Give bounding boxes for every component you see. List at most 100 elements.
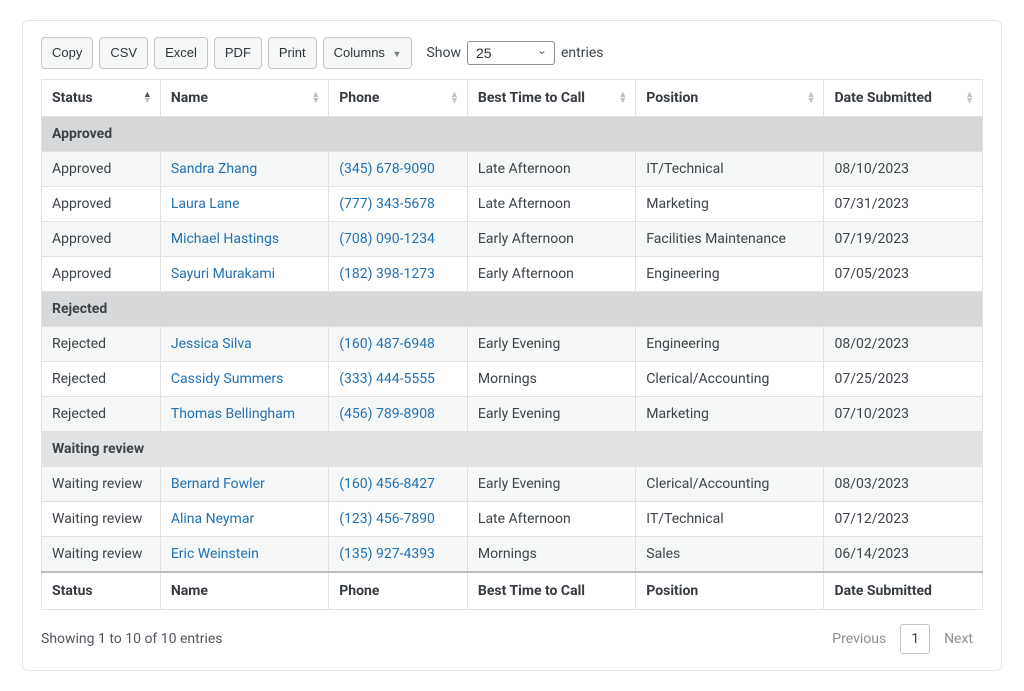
cell-phone-link[interactable]: (708) 090-1234 bbox=[339, 231, 435, 247]
table-row: Waiting review Eric Weinstein (135) 927-43… bbox=[42, 536, 983, 572]
cell-phone-link[interactable]: (135) 927-4393 bbox=[339, 546, 435, 562]
cell-phone-link[interactable]: (777) 343-5678 bbox=[339, 196, 435, 212]
cell-name: Cassidy Summers bbox=[160, 361, 328, 396]
data-table: Status ▲▼ Name ▲▼ Phone ▲▼ Best Time to … bbox=[41, 79, 983, 610]
cell-best-time: Early Evening bbox=[467, 466, 635, 501]
length-menu-show-label: Show bbox=[426, 45, 461, 61]
sort-icon: ▲▼ bbox=[311, 92, 320, 104]
excel-button[interactable]: Excel bbox=[154, 37, 208, 69]
cell-name: Jessica Silva bbox=[160, 326, 328, 361]
table-row: RejectedCassidy Summers(333) 444-5555Mor… bbox=[42, 361, 983, 396]
cell-name-link[interactable]: Jessica Silva bbox=[171, 336, 252, 352]
cell-status: Waiting review bbox=[42, 536, 161, 572]
table-footer: Showing 1 to 10 of 10 entries Previous 1… bbox=[41, 624, 983, 654]
cell-phone-link[interactable]: (333) 444-5555 bbox=[339, 371, 435, 387]
table-toolbar: Copy CSV Excel PDF Print Columns ▼ Show … bbox=[41, 37, 983, 69]
cell-status: Approved bbox=[42, 186, 161, 221]
cell-phone: (333) 444-5555 bbox=[329, 361, 468, 396]
cell-best-time: Late Afternoon bbox=[467, 501, 635, 536]
cell-date: 07/19/2023 bbox=[824, 221, 983, 256]
cell-name-link[interactable]: Michael Hastings bbox=[171, 231, 279, 247]
group-header: Rejected bbox=[42, 291, 983, 326]
sort-icon: ▲▼ bbox=[807, 92, 816, 104]
pagination: Previous 1 Next bbox=[822, 624, 983, 654]
pdf-button[interactable]: PDF bbox=[214, 37, 262, 69]
cell-phone: (777) 343-5678 bbox=[329, 186, 468, 221]
col-footer-name: Name bbox=[160, 572, 328, 610]
cell-name-link[interactable]: Cassidy Summers bbox=[171, 371, 284, 387]
next-page[interactable]: Next bbox=[934, 625, 983, 653]
cell-name-link[interactable]: Sayuri Murakami bbox=[171, 266, 275, 282]
cell-phone: (160) 487-6948 bbox=[329, 326, 468, 361]
print-button[interactable]: Print bbox=[268, 37, 317, 69]
cell-name: Sandra Zhang bbox=[160, 151, 328, 186]
cell-status: Rejected bbox=[42, 326, 161, 361]
table-row: RejectedThomas Bellingham(456) 789-8908E… bbox=[42, 396, 983, 431]
cell-position: Facilities Maintenance bbox=[636, 221, 824, 256]
cell-best-time: Late Afternoon bbox=[467, 186, 635, 221]
cell-name: Michael Hastings bbox=[160, 221, 328, 256]
cell-name-link[interactable]: Laura Lane bbox=[171, 196, 240, 212]
cell-best-time: Early Evening bbox=[467, 396, 635, 431]
table-row: Waiting review Alina Neymar (123) 456-7890… bbox=[42, 501, 983, 536]
cell-position: Clerical/Accounting bbox=[636, 466, 824, 501]
col-header-status[interactable]: Status ▲▼ bbox=[42, 79, 161, 116]
cell-best-time: Mornings bbox=[467, 536, 635, 572]
data-table-container: Copy CSV Excel PDF Print Columns ▼ Show … bbox=[22, 20, 1002, 671]
cell-phone-link[interactable]: (123) 456-7890 bbox=[339, 511, 435, 527]
previous-page[interactable]: Previous bbox=[822, 625, 896, 653]
cell-name-link[interactable]: Thomas Bellingham bbox=[171, 406, 295, 422]
cell-date: 07/25/2023 bbox=[824, 361, 983, 396]
group-header: Approved bbox=[42, 116, 983, 151]
cell-phone-link[interactable]: (456) 789-8908 bbox=[339, 406, 435, 422]
cell-best-time: Mornings bbox=[467, 361, 635, 396]
page-1[interactable]: 1 bbox=[900, 624, 930, 654]
col-header-phone[interactable]: Phone ▲▼ bbox=[329, 79, 468, 116]
cell-position: Clerical/Accounting bbox=[636, 361, 824, 396]
cell-phone-link[interactable]: (160) 456-8427 bbox=[339, 476, 435, 492]
caret-down-icon: ▼ bbox=[393, 49, 402, 59]
col-header-name[interactable]: Name ▲▼ bbox=[160, 79, 328, 116]
sort-icon: ▲▼ bbox=[450, 92, 459, 104]
cell-name-link[interactable]: Alina Neymar bbox=[171, 511, 254, 527]
cell-position: Engineering bbox=[636, 256, 824, 291]
copy-button[interactable]: Copy bbox=[41, 37, 93, 69]
csv-button[interactable]: CSV bbox=[99, 37, 148, 69]
cell-name-link[interactable]: Bernard Fowler bbox=[171, 476, 265, 492]
col-header-date[interactable]: Date Submitted ▲▼ bbox=[824, 79, 983, 116]
cell-position: IT/Technical bbox=[636, 151, 824, 186]
group-label: Waiting review bbox=[42, 431, 983, 466]
col-header-best-time[interactable]: Best Time to Call ▲▼ bbox=[467, 79, 635, 116]
cell-best-time: Early Evening bbox=[467, 326, 635, 361]
cell-name: Bernard Fowler bbox=[160, 466, 328, 501]
table-info: Showing 1 to 10 of 10 entries bbox=[41, 631, 223, 647]
cell-phone: (456) 789-8908 bbox=[329, 396, 468, 431]
columns-button[interactable]: Columns ▼ bbox=[323, 37, 413, 69]
cell-best-time: Early Afternoon bbox=[467, 221, 635, 256]
cell-phone-link[interactable]: (160) 487-6948 bbox=[339, 336, 435, 352]
cell-position: Sales bbox=[636, 536, 824, 572]
cell-status: Waiting review bbox=[42, 501, 161, 536]
cell-name-link[interactable]: Sandra Zhang bbox=[171, 161, 257, 177]
sort-icon: ▲▼ bbox=[965, 92, 974, 104]
cell-best-time: Late Afternoon bbox=[467, 151, 635, 186]
entries-select[interactable]: 25 bbox=[467, 41, 555, 65]
col-header-position[interactable]: Position ▲▼ bbox=[636, 79, 824, 116]
cell-date: 07/05/2023 bbox=[824, 256, 983, 291]
cell-date: 06/14/2023 bbox=[824, 536, 983, 572]
cell-name: Alina Neymar bbox=[160, 501, 328, 536]
cell-phone: (345) 678-9090 bbox=[329, 151, 468, 186]
cell-name-link[interactable]: Eric Weinstein bbox=[171, 546, 259, 562]
cell-phone-link[interactable]: (345) 678-9090 bbox=[339, 161, 435, 177]
cell-date: 07/10/2023 bbox=[824, 396, 983, 431]
cell-phone-link[interactable]: (182) 398-1273 bbox=[339, 266, 435, 282]
cell-name: Eric Weinstein bbox=[160, 536, 328, 572]
col-footer-phone: Phone bbox=[329, 572, 468, 610]
cell-phone: (123) 456-7890 bbox=[329, 501, 468, 536]
cell-date: 08/03/2023 bbox=[824, 466, 983, 501]
cell-name: Thomas Bellingham bbox=[160, 396, 328, 431]
cell-position: Marketing bbox=[636, 396, 824, 431]
cell-best-time: Early Afternoon bbox=[467, 256, 635, 291]
group-label: Approved bbox=[42, 116, 983, 151]
table-row: ApprovedSayuri Murakami(182) 398-1273Ear… bbox=[42, 256, 983, 291]
